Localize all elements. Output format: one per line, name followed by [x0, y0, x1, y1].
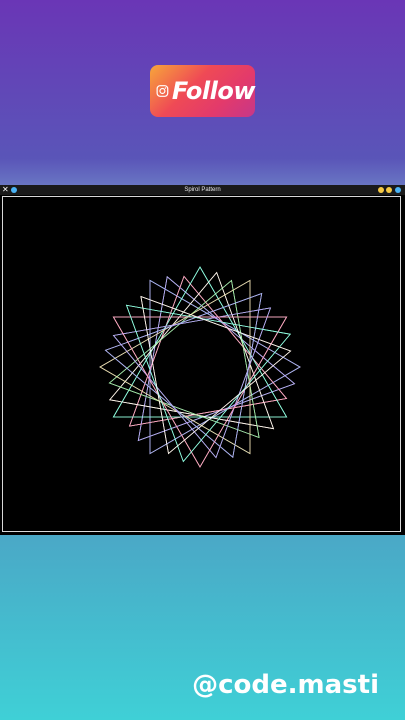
- window-title: Spirol Pattern: [184, 187, 221, 193]
- maximize-icon[interactable]: [386, 187, 392, 193]
- spiral-triangle: [112, 307, 272, 459]
- spiral-triangle: [128, 275, 288, 427]
- spiral-triangle: [112, 307, 272, 459]
- follow-badge[interactable]: Follow: [150, 65, 256, 117]
- spiral-triangle: [112, 316, 288, 468]
- spiral-triangle: [108, 279, 260, 439]
- window-titlebar[interactable]: ✕ Spirol Pattern: [0, 185, 405, 195]
- spiral-triangle: [140, 295, 292, 455]
- spiral-triangle: [128, 275, 288, 427]
- spiral-triangle: [99, 279, 251, 455]
- spiral-triangle: [128, 275, 288, 427]
- spiral-triangle: [108, 279, 260, 439]
- spiral-triangle: [140, 295, 292, 455]
- spiral-triangle: [108, 279, 260, 439]
- spiral-triangle: [112, 316, 288, 468]
- spiral-pattern: [99, 266, 301, 468]
- spiral-triangle: [112, 266, 288, 418]
- instagram-icon: [156, 85, 169, 97]
- minimize-icon[interactable]: [378, 187, 384, 193]
- spiral-triangle: [112, 307, 272, 459]
- drawing-canvas: [2, 196, 401, 532]
- channel-handle: @code.masti: [192, 670, 379, 700]
- window-menu-icon[interactable]: [11, 187, 17, 193]
- follow-label: Follow: [171, 77, 256, 105]
- spiral-triangle: [112, 316, 288, 468]
- spiral-triangle: [149, 279, 301, 455]
- spiral-triangle: [112, 266, 288, 418]
- close-window-icon[interactable]: [395, 187, 401, 193]
- spiral-triangle: [149, 279, 301, 455]
- close-icon[interactable]: ✕: [2, 185, 9, 195]
- spiral-triangle: [112, 266, 288, 418]
- spiral-triangle: [99, 279, 251, 455]
- spiral-triangle: [140, 295, 292, 455]
- app-window: ✕ Spirol Pattern: [0, 185, 405, 535]
- spiral-triangle: [149, 279, 301, 455]
- spiral-triangle: [99, 279, 251, 455]
